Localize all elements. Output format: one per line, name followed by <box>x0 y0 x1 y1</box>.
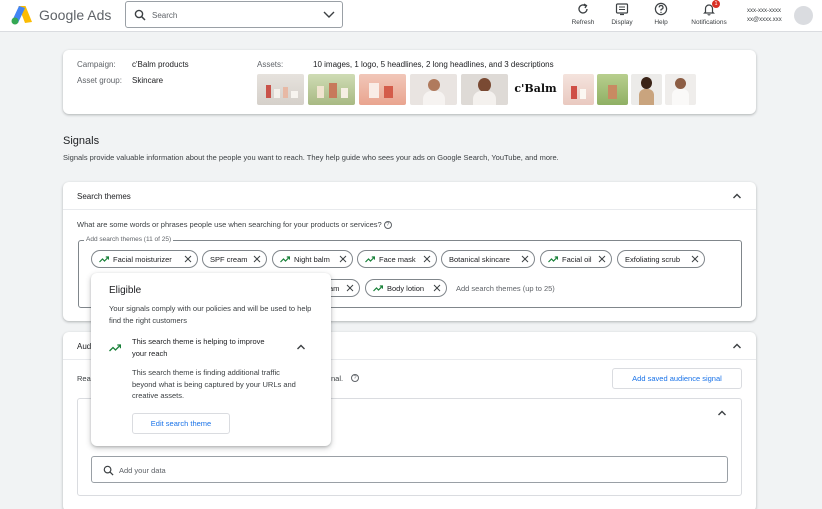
search-themes-title: Search themes <box>77 192 131 201</box>
avatar[interactable] <box>794 6 813 25</box>
help-icon <box>654 2 668 16</box>
asset-group-value: Skincare <box>132 76 164 85</box>
chip-label: Botanical skincare <box>449 255 510 264</box>
account-email: xx@xxxx.xxx <box>747 17 782 23</box>
chip-label: Body lotion <box>387 284 425 293</box>
chevron-up-icon[interactable] <box>732 341 742 351</box>
asset-logo[interactable]: c'Balm <box>512 74 559 105</box>
refresh-label: Refresh <box>571 19 595 26</box>
help-label: Help <box>654 19 668 26</box>
close-icon[interactable] <box>339 255 347 263</box>
logo-wordmark: c'Balm <box>514 82 557 95</box>
search-placeholder: Search <box>152 11 178 20</box>
display-label: Display <box>611 19 633 26</box>
campaign-summary-card: Campaign: c'Balm products Asset group: S… <box>63 50 756 114</box>
trending-up-icon <box>548 256 558 263</box>
campaign-value: c'Balm products <box>132 60 189 69</box>
trending-up-icon <box>365 256 375 263</box>
audience-description-tail: nal. <box>331 374 344 383</box>
add-data-placeholder: Add your data <box>119 466 166 475</box>
audience-title: Aud <box>77 342 92 351</box>
display-button[interactable]: Display <box>609 2 635 30</box>
close-icon[interactable] <box>521 255 529 263</box>
chip-label: SPF cream <box>210 255 248 264</box>
close-icon[interactable] <box>253 255 261 263</box>
close-icon[interactable] <box>346 284 354 292</box>
chip-label: Night balm <box>294 255 330 264</box>
chevron-up-icon[interactable] <box>717 408 727 418</box>
close-icon[interactable] <box>433 284 441 292</box>
notification-badge: 1 <box>712 0 720 8</box>
help-circle-icon[interactable]: ? <box>351 374 359 382</box>
help-circle-icon[interactable]: ? <box>383 221 392 230</box>
help-button[interactable]: Help <box>650 2 672 30</box>
add-saved-audience-button[interactable]: Add saved audience signal <box>612 368 742 389</box>
asset-image[interactable] <box>410 74 457 105</box>
asset-image[interactable] <box>563 74 594 105</box>
trending-up-icon <box>373 285 383 292</box>
refresh-icon <box>578 3 588 14</box>
asset-image[interactable] <box>257 74 304 105</box>
chip-label: Facial moisturizer <box>113 255 172 264</box>
search-theme-chip[interactable]: Facial moisturizer <box>91 250 198 268</box>
chip-label: Face mask <box>379 255 416 264</box>
popover-title: Eligible <box>109 285 142 296</box>
eligibility-popover: Eligible Your signals comply with our po… <box>91 273 331 446</box>
popover-subtitle: This search theme is helping to improve … <box>132 337 265 358</box>
add-search-theme-input[interactable]: Add search themes (up to 25) <box>456 284 555 293</box>
close-icon[interactable] <box>598 255 606 263</box>
account-info[interactable]: xxx-xxx-xxxx xx@xxxx.xxx <box>747 7 782 25</box>
search-theme-chip[interactable]: Facial oil <box>540 250 612 268</box>
search-theme-chip[interactable]: Face mask <box>357 250 437 268</box>
search-theme-chip[interactable]: Body lotion <box>365 279 447 297</box>
search-icon <box>134 9 146 21</box>
assets-value: 10 images, 1 logo, 5 headlines, 2 long h… <box>313 60 554 69</box>
display-icon <box>615 3 629 16</box>
search-theme-chip[interactable]: SPF cream <box>202 250 267 268</box>
trending-up-icon <box>109 344 121 352</box>
chip-label: Exfoliating scrub <box>625 255 681 264</box>
question-text: What are some words or phrases people us… <box>77 220 382 229</box>
notifications-label: Notifications <box>691 19 727 26</box>
asset-image[interactable] <box>631 74 662 105</box>
google-ads-logo[interactable] <box>11 5 33 25</box>
asset-group-label: Asset group: <box>77 76 122 85</box>
brand-name: Google Ads <box>39 7 112 23</box>
search-icon <box>103 465 114 476</box>
signals-title: Signals <box>63 135 100 147</box>
trending-up-icon <box>280 256 290 263</box>
refresh-button[interactable]: Refresh <box>570 2 596 30</box>
close-icon[interactable] <box>184 255 192 263</box>
audience-description: Rea <box>77 374 91 383</box>
asset-image[interactable] <box>597 74 628 105</box>
chevron-down-icon[interactable] <box>323 10 335 20</box>
search-themes-field-label: Add search themes (11 of 25) <box>84 236 174 243</box>
signals-description: Signals provide valuable information abo… <box>63 153 559 162</box>
account-id: xxx-xxx-xxxx <box>747 8 781 14</box>
search-themes-header[interactable]: Search themes <box>63 182 756 210</box>
chevron-up-icon[interactable] <box>296 343 306 351</box>
close-icon[interactable] <box>691 255 699 263</box>
notifications-button[interactable]: 1 Notifications <box>687 0 731 30</box>
assets-label: Assets: <box>257 60 284 69</box>
chevron-up-icon[interactable] <box>732 191 742 201</box>
asset-image[interactable] <box>359 74 406 105</box>
trending-up-icon <box>99 256 109 263</box>
asset-image[interactable] <box>665 74 696 105</box>
close-icon[interactable] <box>423 255 431 263</box>
add-data-input[interactable]: Add your data <box>91 456 728 483</box>
chip-label: Facial oil <box>562 255 592 264</box>
edit-search-theme-button[interactable]: Edit search theme <box>132 413 230 434</box>
asset-image[interactable] <box>308 74 355 105</box>
asset-image[interactable] <box>461 74 508 105</box>
search-theme-chip[interactable]: Exfoliating scrub <box>617 250 705 268</box>
popover-detail: This search theme is finding additional … <box>132 368 296 400</box>
search-theme-chip[interactable]: Night balm <box>272 250 353 268</box>
campaign-label: Campaign: <box>77 60 116 69</box>
search-themes-question: What are some words or phrases people us… <box>77 220 392 230</box>
top-bar: Google Ads Search Refresh Display Help 1… <box>0 0 822 32</box>
search-box[interactable]: Search <box>125 1 343 28</box>
search-theme-chip[interactable]: Botanical skincare <box>441 250 535 268</box>
popover-body: Your signals comply with our policies an… <box>109 304 312 325</box>
